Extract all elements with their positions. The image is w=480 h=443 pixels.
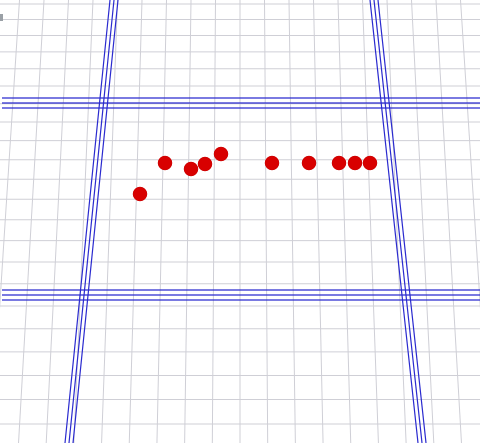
grid-line-vertical	[211, 0, 216, 443]
marker-point[interactable]	[264, 155, 280, 171]
edge-tab-icon[interactable]	[0, 14, 3, 21]
wireframe-box	[2, 0, 480, 443]
grid-line-vertical	[386, 0, 407, 443]
grid-line-vertical	[18, 0, 45, 443]
grid-line-vertical	[0, 0, 20, 310]
marker-point[interactable]	[157, 155, 173, 171]
marker-point[interactable]	[183, 161, 199, 177]
grid-line-vertical	[362, 0, 379, 443]
marker-point[interactable]	[347, 155, 363, 171]
grid-line-vertical	[313, 0, 324, 443]
viewport-canvas[interactable]	[0, 0, 480, 443]
grid-line-vertical	[337, 0, 352, 443]
marker-point[interactable]	[213, 146, 229, 162]
grid-line-vertical	[45, 0, 69, 443]
3d-viewport[interactable]	[0, 0, 480, 443]
grid-line-vertical	[460, 0, 480, 310]
grid-line-vertical	[101, 0, 118, 443]
marker-point[interactable]	[132, 186, 148, 202]
marker-point[interactable]	[331, 155, 347, 171]
grid-line-vertical	[184, 0, 192, 443]
marker-point[interactable]	[362, 155, 378, 171]
marker-point[interactable]	[197, 156, 213, 172]
grid-line-vertical	[288, 0, 296, 443]
marker-points	[132, 146, 378, 202]
frame-edge-left	[68, 0, 115, 443]
frame-edge-right	[377, 0, 427, 443]
frame-edge-left	[64, 0, 111, 443]
grid-line-vertical	[128, 0, 143, 443]
grid-line-vertical	[264, 0, 269, 443]
grid-line-vertical	[435, 0, 462, 443]
frame-edge-right	[369, 0, 419, 443]
grid-line-vertical	[156, 0, 167, 443]
grid-line-vertical	[73, 0, 94, 443]
frame-edge-left	[72, 0, 119, 443]
marker-point[interactable]	[301, 155, 317, 171]
